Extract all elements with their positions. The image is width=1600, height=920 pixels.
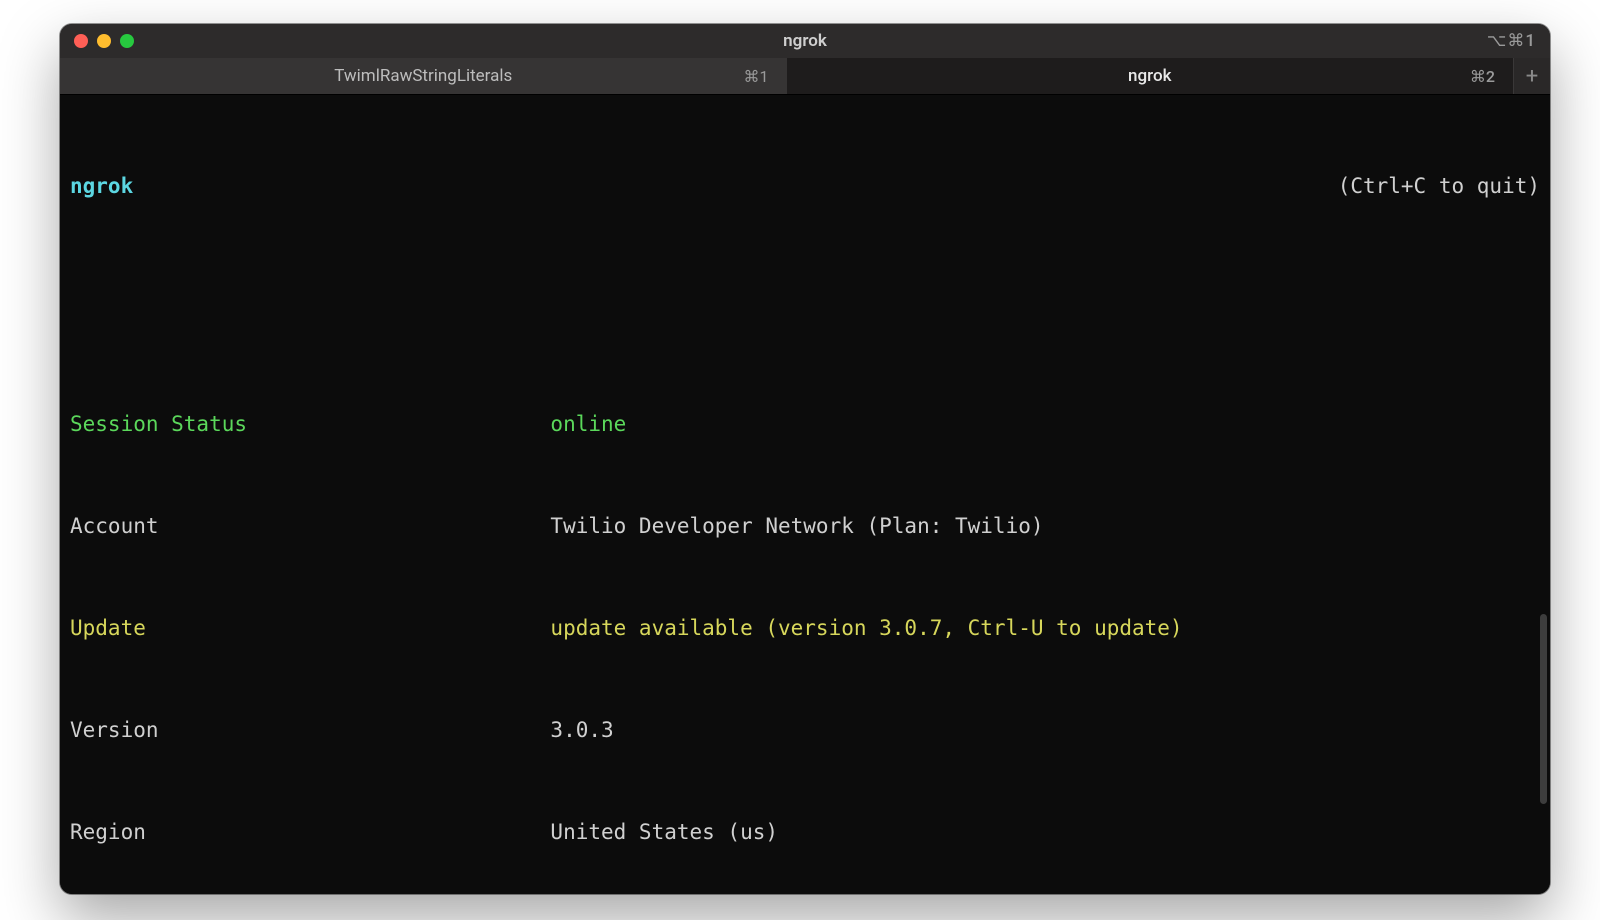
new-tab-button[interactable]: +	[1513, 58, 1550, 94]
tab-shortcut: ⌘1	[744, 67, 769, 86]
app-name: ngrok	[70, 169, 133, 203]
row-update: Update update available (version 3.0.7, …	[70, 611, 1540, 645]
label-session-status: Session Status	[70, 407, 550, 441]
window-alt-shortcut: ⌥⌘1	[1487, 31, 1550, 51]
tab-label: TwimlRawStringLiterals	[334, 66, 512, 86]
label-version: Version	[70, 713, 550, 747]
row-version: Version 3.0.3	[70, 713, 1540, 747]
tab-shortcut: ⌘2	[1470, 67, 1495, 86]
header-line: ngrok (Ctrl+C to quit)	[70, 169, 1540, 203]
zoom-icon[interactable]	[120, 34, 134, 48]
row-region: Region United States (us)	[70, 815, 1540, 849]
label-account: Account	[70, 509, 550, 543]
tab-label: ngrok	[1128, 66, 1171, 86]
label-update: Update	[70, 611, 550, 645]
terminal-body[interactable]: ngrok (Ctrl+C to quit) Session Status on…	[60, 95, 1550, 894]
label-region: Region	[70, 815, 550, 849]
row-session-status: Session Status online	[70, 407, 1540, 441]
value-update: update available (version 3.0.7, Ctrl-U …	[550, 611, 1182, 645]
value-account: Twilio Developer Network (Plan: Twilio)	[550, 509, 1043, 543]
plus-icon: +	[1526, 64, 1538, 89]
titlebar: ngrok ⌥⌘1	[60, 24, 1550, 58]
blank-line	[70, 271, 1540, 305]
terminal-window: ngrok ⌥⌘1 TwimlRawStringLiterals ⌘1 ngro…	[60, 24, 1550, 894]
minimize-icon[interactable]	[97, 34, 111, 48]
traffic-lights	[60, 34, 134, 48]
value-version: 3.0.3	[550, 713, 613, 747]
tab-ngrok[interactable]: ngrok ⌘2	[787, 58, 1514, 94]
row-account: Account Twilio Developer Network (Plan: …	[70, 509, 1540, 543]
window-title: ngrok	[60, 31, 1550, 51]
value-region: United States (us)	[550, 815, 778, 849]
quit-hint: (Ctrl+C to quit)	[1338, 169, 1540, 203]
scrollbar-thumb[interactable]	[1540, 614, 1547, 804]
value-session-status: online	[550, 407, 626, 441]
tab-twiml[interactable]: TwimlRawStringLiterals ⌘1	[60, 58, 787, 94]
close-icon[interactable]	[74, 34, 88, 48]
tab-bar: TwimlRawStringLiterals ⌘1 ngrok ⌘2 +	[60, 58, 1550, 95]
